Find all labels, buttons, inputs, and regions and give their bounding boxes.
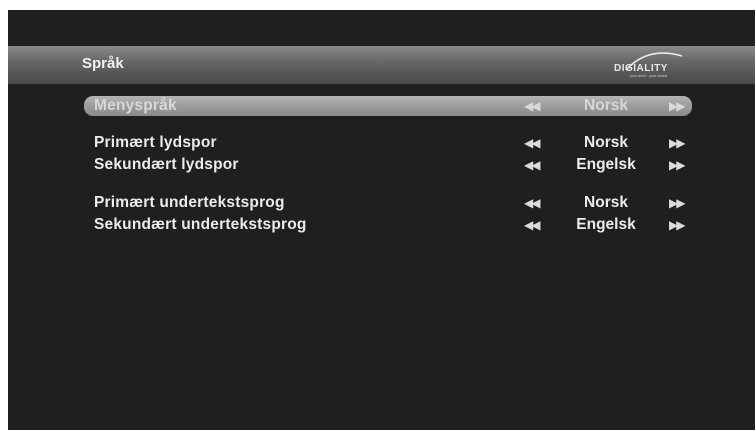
skip-previous-icon[interactable]: ◀◀: [524, 99, 541, 113]
logo-tagline: your world · your choice: [630, 74, 667, 78]
header-bar: Språk DIGIALITY your world · your choice: [8, 46, 755, 84]
page-title: Språk: [82, 55, 124, 72]
logo-text: DIGIALITY: [614, 63, 668, 74]
setting-value[interactable]: Norsk: [552, 97, 660, 115]
setting-label: Menyspråk: [94, 97, 177, 114]
setting-label: Sekundært lydspor: [94, 156, 239, 173]
setting-value[interactable]: Norsk: [552, 134, 660, 152]
setting-value[interactable]: Engelsk: [552, 216, 660, 234]
skip-previous-icon[interactable]: ◀◀: [524, 158, 541, 172]
setting-row-menu-language[interactable]: Menyspråk ◀◀ Norsk ▶▶: [84, 96, 692, 116]
tv-screen: Språk DIGIALITY your world · your choice…: [8, 10, 755, 430]
setting-value[interactable]: Norsk: [552, 194, 660, 212]
skip-next-icon[interactable]: ▶▶: [669, 99, 686, 113]
setting-label: Sekundært undertekstsprog: [94, 216, 307, 233]
setting-value[interactable]: Engelsk: [552, 156, 660, 174]
skip-next-icon[interactable]: ▶▶: [669, 218, 686, 232]
setting-row-secondary-audio[interactable]: Sekundært lydspor ◀◀ Engelsk ▶▶: [84, 155, 692, 175]
setting-label: Primært undertekstsprog: [94, 194, 285, 211]
setting-row-primary-subtitle[interactable]: Primært undertekstsprog ◀◀ Norsk ▶▶: [84, 193, 692, 213]
skip-next-icon[interactable]: ▶▶: [669, 136, 686, 150]
setting-row-secondary-subtitle[interactable]: Sekundært undertekstsprog ◀◀ Engelsk ▶▶: [84, 215, 692, 235]
skip-previous-icon[interactable]: ◀◀: [524, 136, 541, 150]
skip-next-icon[interactable]: ▶▶: [669, 158, 686, 172]
skip-previous-icon[interactable]: ◀◀: [524, 196, 541, 210]
skip-previous-icon[interactable]: ◀◀: [524, 218, 541, 232]
setting-label: Primært lydspor: [94, 134, 217, 151]
digiality-logo: DIGIALITY your world · your choice: [614, 52, 683, 78]
skip-next-icon[interactable]: ▶▶: [669, 196, 686, 210]
setting-row-primary-audio[interactable]: Primært lydspor ◀◀ Norsk ▶▶: [84, 133, 692, 153]
